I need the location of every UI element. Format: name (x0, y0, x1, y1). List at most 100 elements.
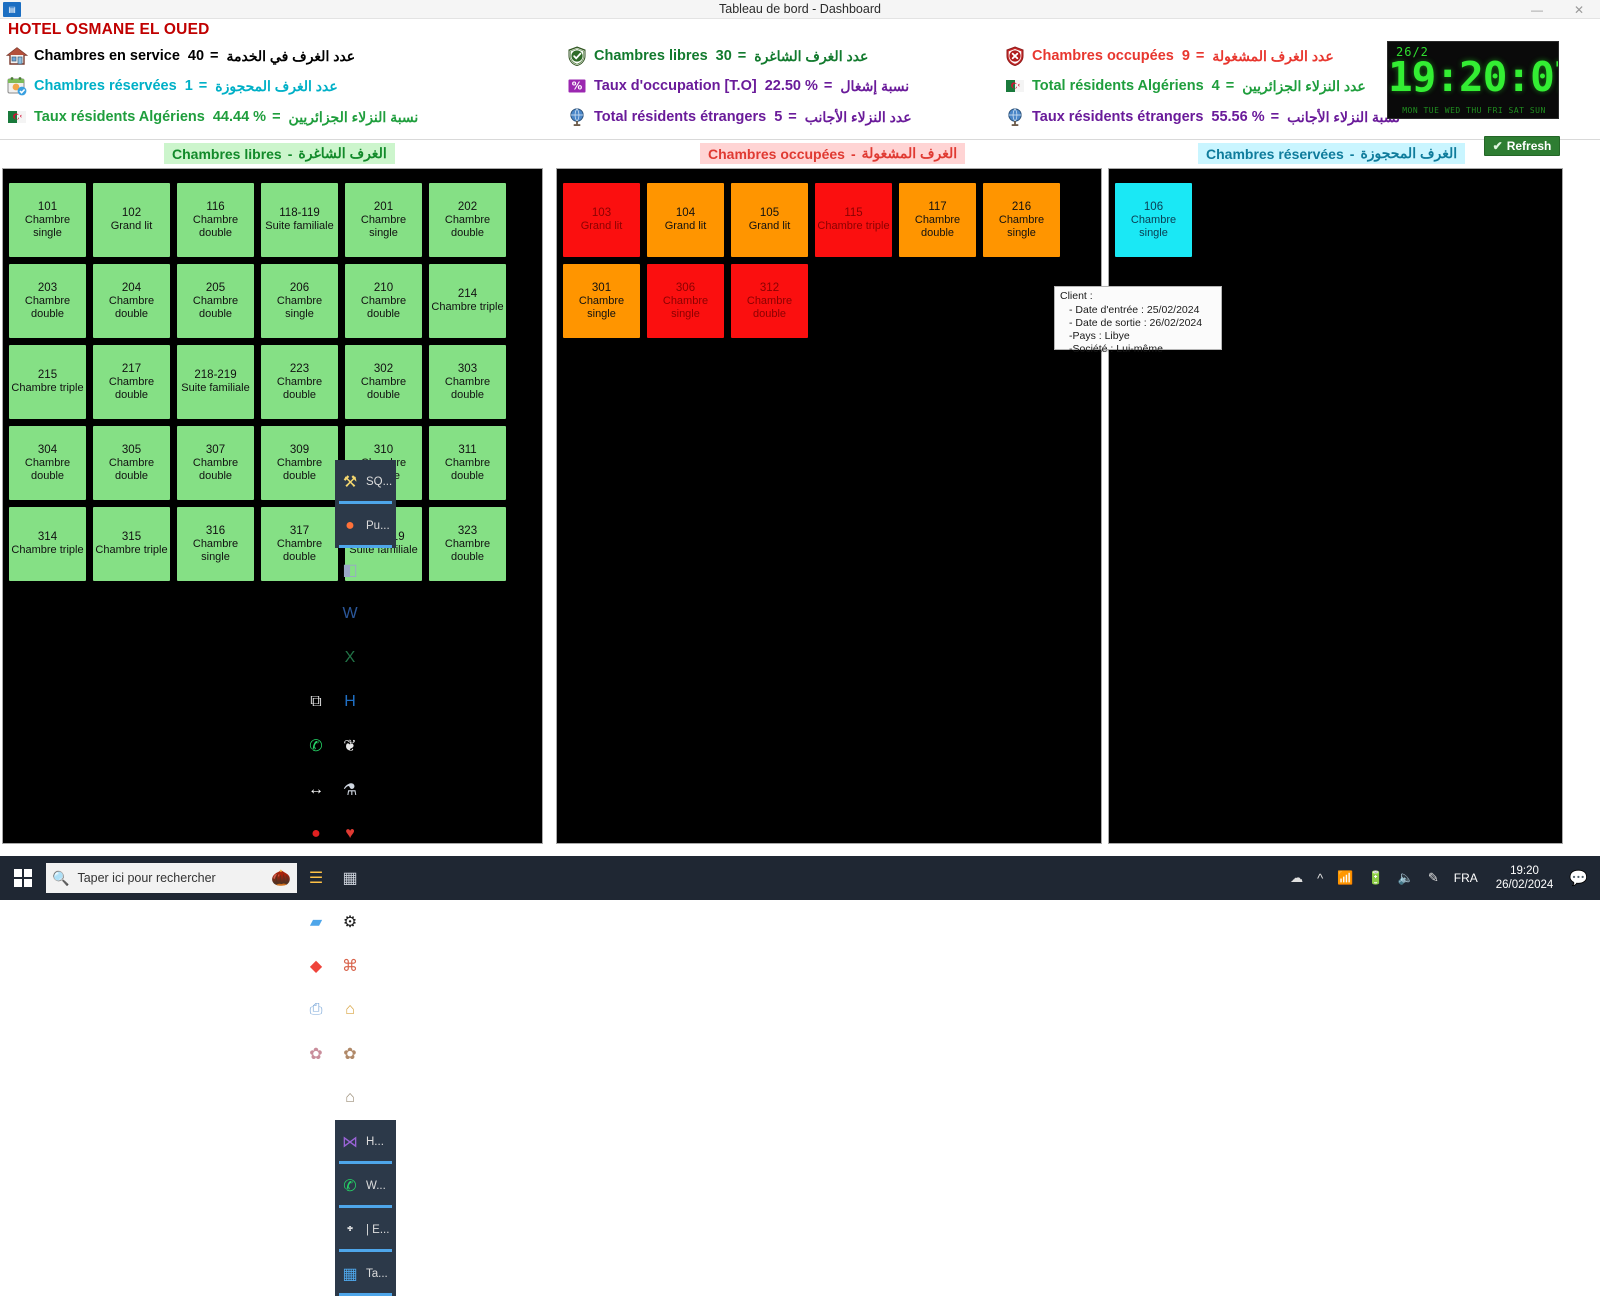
free-room-tile[interactable]: 316Chambre single (177, 507, 254, 581)
free-room-tile[interactable]: 116Chambre double (177, 183, 254, 257)
free-room-tile[interactable]: 201Chambre single (345, 183, 422, 257)
kpi-value: 40 (188, 48, 204, 64)
free-room-tile[interactable]: 205Chambre double (177, 264, 254, 338)
free-room-tile[interactable]: 214Chambre triple (429, 264, 506, 338)
wifi-icon[interactable]: 📶 (1330, 870, 1360, 886)
visual-studio-app[interactable]: ⋈H... (335, 1120, 396, 1164)
free-room-tile[interactable]: 311Chambre double (429, 426, 506, 500)
free-room-tile[interactable]: 215Chambre triple (9, 345, 86, 419)
search-input[interactable]: 🔍 Taper ici pour rechercher 🌰 (46, 863, 297, 893)
whatsapp2-app[interactable]: ✆W... (335, 1164, 396, 1208)
bank-app[interactable]: ⌂ (335, 1076, 396, 1120)
room-number: 304 (38, 444, 57, 457)
hotel-name: HOTEL OSMANE EL OUED (8, 21, 210, 39)
free-room-tile[interactable]: 314Chambre triple (9, 507, 86, 581)
remote-desktop-icon[interactable]: ▰ (297, 900, 335, 944)
anydesk-icon[interactable]: ◆ (297, 944, 335, 988)
firefox-app[interactable]: ●Pu... (335, 504, 396, 548)
pos-app[interactable]: ⌘ (335, 944, 396, 988)
word-app[interactable]: W (335, 592, 396, 636)
tooth-app[interactable]: ❦ (335, 724, 396, 768)
free-room-tile[interactable]: 302Chambre double (345, 345, 422, 419)
dashboard-app[interactable]: ▦Ta... (335, 1252, 396, 1296)
paint2-app[interactable]: ✿ (335, 1032, 396, 1076)
museum-app[interactable]: ᛭| E... (335, 1208, 396, 1252)
room-number: 309 (290, 444, 309, 457)
file-explorer-icon[interactable]: ☰ (297, 856, 335, 900)
start-button[interactable] (0, 856, 46, 900)
whatsapp2-app-label: W... (366, 1180, 386, 1192)
room-type: Grand lit (111, 220, 153, 233)
pen-icon[interactable]: ✎ (1421, 870, 1446, 886)
free-room-tile[interactable]: 303Chambre double (429, 345, 506, 419)
free-room-tile[interactable]: 210Chambre double (345, 264, 422, 338)
paint-icon[interactable]: ✿ (297, 1032, 335, 1076)
free-room-tile[interactable]: 204Chambre double (93, 264, 170, 338)
free-room-tile[interactable]: 304Chambre double (9, 426, 86, 500)
occupied-room-tile[interactable]: 216Chambre single (983, 183, 1060, 257)
battery-icon[interactable]: 🔋 (1360, 870, 1390, 886)
sql-server-app[interactable]: ⚒SQ... (335, 460, 396, 504)
free-room-tile[interactable]: 102Grand lit (93, 183, 170, 257)
record-icon[interactable]: ● (297, 812, 335, 856)
kpi-label: Total résidents Algériens (1032, 78, 1204, 94)
chemistry-app[interactable]: ⚗ (335, 768, 396, 812)
task-view-icon[interactable]: ⧉ (297, 680, 335, 724)
strawberry-app[interactable]: ♥ (335, 812, 396, 856)
settings-app[interactable]: ⚙ (335, 900, 396, 944)
close-button[interactable]: ✕ (1558, 0, 1600, 19)
free-room-tile[interactable]: 305Chambre double (93, 426, 170, 500)
free-room-tile[interactable]: 203Chambre double (9, 264, 86, 338)
occupied-room-tile[interactable]: 301Chambre single (563, 264, 640, 338)
room-number: 102 (122, 207, 141, 220)
column-header-sep: - (288, 146, 293, 162)
room-number: 315 (122, 531, 141, 544)
occupied-room-tile[interactable]: 115Chambre triple (815, 183, 892, 257)
show-hidden-icons[interactable]: ^ (1310, 871, 1330, 886)
occupied-room-tile[interactable]: 105Grand lit (731, 183, 808, 257)
free-room-tile[interactable]: 118-119Suite familiale (261, 183, 338, 257)
free-room-tile[interactable]: 317Chambre double (261, 507, 338, 581)
volume-icon[interactable]: 🔈 (1391, 870, 1421, 886)
occupied-room-tile[interactable]: 104Grand lit (647, 183, 724, 257)
hotel-app[interactable]: ⌂ (335, 988, 396, 1032)
h-app[interactable]: H (335, 680, 396, 724)
free-room-tile[interactable]: 202Chambre double (429, 183, 506, 257)
free-room-tile[interactable]: 217Chambre double (93, 345, 170, 419)
room-number: 215 (38, 369, 57, 382)
free-room-tile[interactable]: 223Chambre double (261, 345, 338, 419)
shield-check-icon (566, 45, 588, 67)
kpi-equals: = (199, 78, 207, 94)
free-room-tile[interactable]: 315Chambre triple (93, 507, 170, 581)
occupied-room-tile[interactable]: 103Grand lit (563, 183, 640, 257)
onedrive-icon[interactable]: ☁ (1283, 870, 1310, 886)
language-indicator[interactable]: FRA (1446, 871, 1486, 885)
calculator-app[interactable]: ▦ (335, 856, 396, 900)
free-room-tile[interactable]: 307Chambre double (177, 426, 254, 500)
free-room-tile[interactable]: 323Chambre double (429, 507, 506, 581)
free-room-tile[interactable]: 206Chambre single (261, 264, 338, 338)
free-room-tile[interactable]: 101Chambre single (9, 183, 86, 257)
room-type: Suite familiale (265, 220, 333, 233)
taskbar-clock[interactable]: 19:20 26/02/2024 (1486, 864, 1564, 892)
printer-icon[interactable]: ⎙ (297, 988, 335, 1032)
occupied-room-tile[interactable]: 306Chambre single (647, 264, 724, 338)
browser-icon[interactable]: ↔ (297, 768, 335, 812)
minimize-button[interactable]: — (1516, 0, 1558, 19)
room-type: Chambre single (1115, 214, 1192, 240)
dashboard-app-icon: ▦ (335, 1252, 365, 1296)
excel-app[interactable]: X (335, 636, 396, 680)
kpi-equals: = (788, 109, 796, 125)
onenote-app[interactable]: ◧ (335, 548, 396, 592)
whatsapp-icon[interactable]: ✆ (297, 724, 335, 768)
notifications-icon[interactable]: 💬 (1563, 869, 1600, 887)
reserved-room-tile[interactable]: 106Chambre single (1115, 183, 1192, 257)
chemistry-app-icon: ⚗ (335, 768, 365, 812)
tooltip-title: Client : (1060, 290, 1216, 303)
room-number: 206 (290, 282, 309, 295)
occupied-room-tile[interactable]: 117Chambre double (899, 183, 976, 257)
free-room-tile[interactable]: 309Chambre double (261, 426, 338, 500)
free-room-tile[interactable]: 218-219Suite familiale (177, 345, 254, 419)
occupied-room-tile[interactable]: 312Chambre double (731, 264, 808, 338)
column-header-sep: - (1350, 146, 1355, 162)
